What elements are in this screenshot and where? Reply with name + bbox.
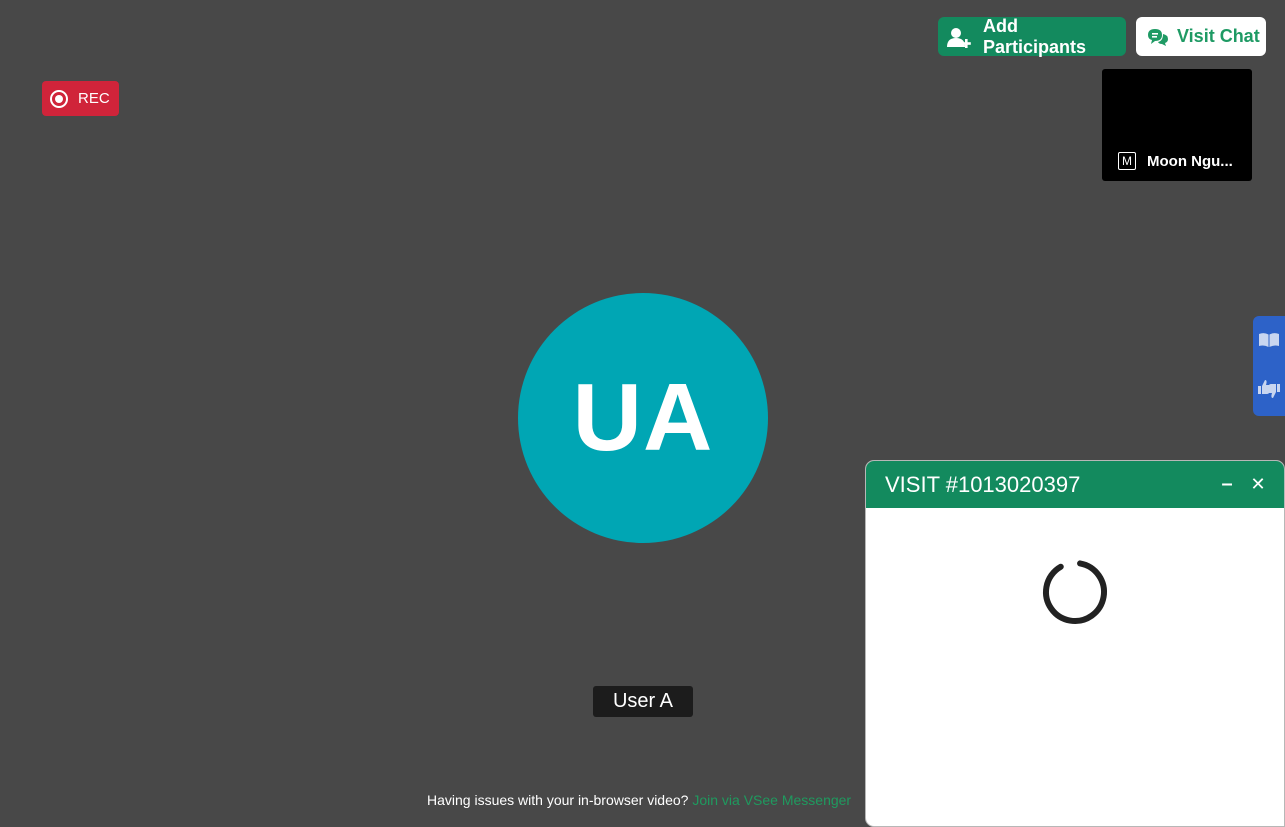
minimize-button[interactable]: – bbox=[1216, 473, 1238, 495]
participant-name: Moon Ngu... bbox=[1147, 152, 1233, 170]
visit-chat-label: Visit Chat bbox=[1177, 26, 1260, 46]
loading-spinner-icon bbox=[1043, 560, 1107, 624]
join-via-messenger-link[interactable]: Join via VSee Messenger bbox=[692, 792, 851, 808]
footer-help-text: Having issues with your in-browser video… bbox=[427, 792, 851, 808]
avatar-initials: UA bbox=[572, 364, 714, 471]
rec-label: REC bbox=[78, 90, 110, 107]
main-video-user-name: User A bbox=[593, 686, 693, 717]
participant-initial-badge: M bbox=[1118, 152, 1136, 170]
book-icon[interactable] bbox=[1258, 332, 1280, 353]
add-user-icon bbox=[947, 26, 973, 48]
add-participants-label: Add Participants bbox=[983, 15, 1087, 57]
participant-tile[interactable]: M Moon Ngu... bbox=[1102, 69, 1252, 181]
side-feedback-tab[interactable] bbox=[1253, 316, 1285, 416]
chat-icon bbox=[1147, 26, 1169, 48]
visit-panel: VISIT #1013020397 – ✕ bbox=[865, 460, 1285, 827]
add-participants-button[interactable]: Add Participants bbox=[938, 15, 1126, 57]
user-avatar: UA bbox=[518, 293, 768, 543]
recording-indicator[interactable]: REC bbox=[42, 81, 119, 116]
footer-text: Having issues with your in-browser video… bbox=[427, 792, 689, 808]
visit-chat-button[interactable]: Visit Chat bbox=[1136, 17, 1266, 56]
thumbs-up-down-icon[interactable] bbox=[1256, 377, 1282, 406]
visit-panel-header[interactable]: VISIT #1013020397 – ✕ bbox=[866, 461, 1284, 508]
record-icon bbox=[50, 89, 68, 108]
close-button[interactable]: ✕ bbox=[1247, 473, 1269, 495]
visit-panel-title: VISIT #1013020397 bbox=[885, 471, 1081, 497]
